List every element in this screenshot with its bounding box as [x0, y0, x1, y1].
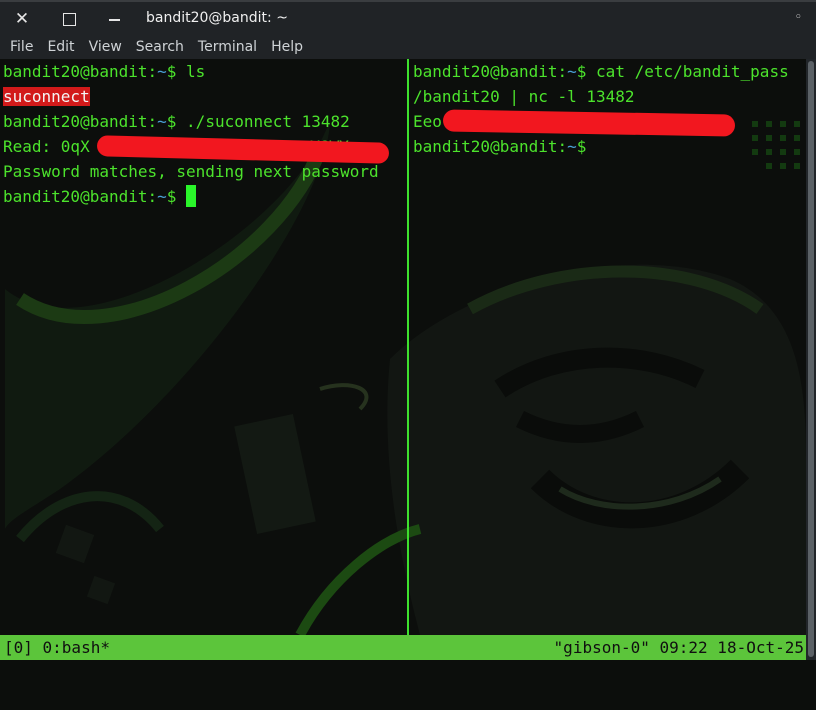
output-line-1: suconnect [3, 84, 405, 109]
menu-terminal[interactable]: Terminal [198, 39, 257, 55]
terminal-area[interactable]: bandit20@bandit:~$ ls suconnect bandit20… [0, 59, 806, 635]
prompt-symbol: $ [166, 187, 187, 206]
prompt-symbol: $ [166, 112, 187, 131]
prompt-dir: ~ [157, 187, 167, 206]
title-bar: ✕ bandit20@bandit: ~ ◦ [0, 0, 816, 34]
status-window-list[interactable]: [0] 0:bash* [4, 635, 110, 660]
window-title: bandit20@bandit: ~ [146, 10, 288, 26]
output-line-3: Password matches, sending next password [3, 162, 379, 181]
prompt-sep: : [557, 62, 568, 81]
command-text: ./suconnect 13482 [186, 112, 350, 131]
menu-bar: File Edit View Search Terminal Help [0, 34, 816, 59]
prompt-sep: : [147, 112, 158, 131]
prompt-sep: : [557, 137, 568, 156]
command-text: ls [186, 62, 206, 81]
prompt-user: bandit20@bandit [3, 187, 148, 206]
output-prefix: Eeo [413, 112, 442, 131]
terminal-cursor [186, 185, 197, 207]
prompt-dir: ~ [157, 62, 167, 81]
menu-file[interactable]: File [10, 39, 33, 55]
prompt-symbol: $ [166, 62, 187, 81]
close-glyph: ✕ [14, 9, 30, 29]
window-menu-icon[interactable]: ◦ [794, 10, 802, 25]
prompt-dir: ~ [567, 62, 577, 81]
left-pane[interactable]: bandit20@bandit:~$ ls suconnect bandit20… [3, 59, 405, 635]
prompt-sep: : [147, 187, 158, 206]
prompt-symbol: $ [576, 62, 597, 81]
menu-search[interactable]: Search [136, 39, 184, 55]
prompt-line-2: bandit20@bandit:~$ [413, 134, 806, 159]
menu-edit[interactable]: Edit [47, 39, 74, 55]
prompt-user: bandit20@bandit [3, 62, 148, 81]
menu-view[interactable]: View [89, 39, 122, 55]
prompt-sep: : [147, 62, 158, 81]
minimize-icon[interactable] [104, 9, 124, 29]
prompt-line-3: bandit20@bandit:~$ [3, 184, 405, 209]
prompt-dir: ~ [567, 137, 577, 156]
command-wrap-line: /bandit20 | nc -l 13482 [413, 87, 635, 106]
prompt-line-1: bandit20@bandit:~$ ls [3, 59, 405, 84]
read-prefix: Read: 0qX [3, 137, 90, 156]
scrollbar[interactable] [806, 59, 816, 660]
prompt-line-2: bandit20@bandit:~$ ./suconnect 13482 [3, 109, 405, 134]
prompt-user: bandit20@bandit [413, 62, 558, 81]
pane-divider[interactable] [407, 59, 409, 635]
prompt-user: bandit20@bandit [3, 112, 148, 131]
prompt-symbol: $ [576, 137, 597, 156]
status-host-time: "gibson-0" 09:22 18-Oct-25 [553, 638, 804, 657]
menu-help[interactable]: Help [271, 39, 303, 55]
right-pane[interactable]: bandit20@bandit:~$ cat /etc/bandit_pass … [413, 59, 806, 635]
scrollbar-thumb[interactable] [808, 61, 814, 657]
prompt-line-1: bandit20@bandit:~$ cat /etc/bandit_pass [413, 59, 806, 84]
tmux-status-bar: [0] 0:bash* "gibson-0" 09:22 18-Oct-25 [0, 635, 806, 660]
close-icon[interactable]: ✕ [12, 9, 32, 29]
command-text: cat /etc/bandit_pass [596, 62, 789, 81]
maximize-icon[interactable] [59, 9, 79, 29]
file-suconnect: suconnect [3, 87, 90, 106]
prompt-user: bandit20@bandit [413, 137, 558, 156]
prompt-dir: ~ [157, 112, 167, 131]
